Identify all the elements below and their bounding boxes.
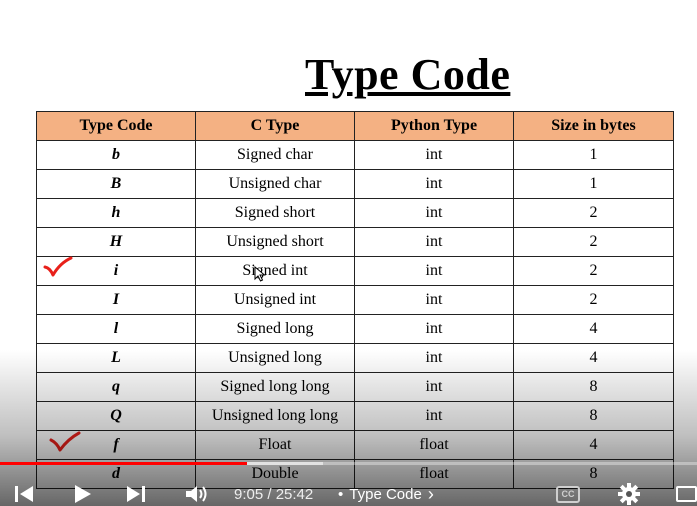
settings-icon <box>618 483 640 505</box>
python-type-cell: int <box>354 169 514 199</box>
c-type-cell: Signed long long <box>195 372 355 402</box>
table-row: b Signed char int 1 <box>36 140 674 170</box>
size-cell: 4 <box>513 343 674 373</box>
size-cell: 2 <box>513 285 674 315</box>
size-cell: 4 <box>513 314 674 344</box>
header-type-code: Type Code <box>36 111 196 141</box>
size-cell: 2 <box>513 256 674 286</box>
python-type-cell: int <box>354 401 514 431</box>
c-type-cell: Signed int <box>195 256 355 286</box>
volume-icon <box>186 486 207 502</box>
player-controls: 9:05 / 25:42 • Type Code › CC <box>0 480 697 506</box>
size-cell: 8 <box>513 372 674 402</box>
type-code-cell: H <box>36 227 196 257</box>
settings-button[interactable] <box>617 482 641 506</box>
python-type-cell: int <box>354 372 514 402</box>
type-code-table: Type Code C Type Python Type Size in byt… <box>36 111 674 489</box>
check-mark-icon <box>49 431 81 452</box>
c-type-cell: Signed short <box>195 198 355 228</box>
table-row: I Unsigned int int 2 <box>36 285 674 315</box>
table-row: i Signed int int 2 <box>36 256 674 286</box>
size-cell: 1 <box>513 169 674 199</box>
header-python-type: Python Type <box>354 111 514 141</box>
python-type-cell: float <box>354 430 514 460</box>
c-type-cell: Signed long <box>195 314 355 344</box>
cursor-icon <box>254 266 266 282</box>
c-type-cell: Unsigned short <box>195 227 355 257</box>
python-type-cell: int <box>354 198 514 228</box>
captions-icon: CC <box>556 485 580 503</box>
c-type-cell: Unsigned long long <box>195 401 355 431</box>
size-cell: 8 <box>513 401 674 431</box>
python-type-cell: int <box>354 285 514 315</box>
type-code-cell: B <box>36 169 196 199</box>
size-cell: 4 <box>513 430 674 460</box>
chapter-separator: • <box>338 485 344 503</box>
type-code-cell: q <box>36 372 196 402</box>
c-type-cell: Float <box>195 430 355 460</box>
size-cell: 1 <box>513 140 674 170</box>
python-type-cell: int <box>354 256 514 286</box>
size-cell: 2 <box>513 227 674 257</box>
type-code-cell: b <box>36 140 196 170</box>
type-code-cell: l <box>36 314 196 344</box>
c-type-cell: Unsigned char <box>195 169 355 199</box>
captions-button[interactable]: CC <box>556 482 580 506</box>
progress-played <box>0 462 247 465</box>
type-code-cell: L <box>36 343 196 373</box>
size-cell: 2 <box>513 198 674 228</box>
chevron-right-icon: › <box>427 483 434 504</box>
table-row: Q Unsigned long long int 8 <box>36 401 674 431</box>
table-row: B Unsigned char int 1 <box>36 169 674 199</box>
table-row: l Signed long int 4 <box>36 314 674 344</box>
previous-icon <box>15 486 33 502</box>
progress-bar[interactable] <box>0 462 697 465</box>
play-icon <box>75 485 91 503</box>
play-button[interactable] <box>70 482 94 506</box>
python-type-cell: int <box>354 227 514 257</box>
chapter-button[interactable]: • Type Code › <box>338 482 434 506</box>
c-type-cell: Unsigned long <box>195 343 355 373</box>
miniplayer-button[interactable] <box>676 482 697 506</box>
next-icon <box>127 486 145 502</box>
table-row: f Float float 4 <box>36 430 674 460</box>
chapter-title: Type Code <box>349 485 422 503</box>
c-type-cell: Unsigned int <box>195 285 355 315</box>
c-type-cell: Signed char <box>195 140 355 170</box>
captions-label: CC <box>561 489 575 499</box>
table-row: H Unsigned short int 2 <box>36 227 674 257</box>
time-display: 9:05 / 25:42 <box>234 485 314 503</box>
python-type-cell: int <box>354 343 514 373</box>
next-button[interactable] <box>124 482 148 506</box>
check-mark-icon <box>43 256 73 277</box>
volume-button[interactable] <box>184 482 210 506</box>
miniplayer-icon <box>676 486 697 502</box>
slide-title: Type Code <box>305 50 511 99</box>
header-c-type: C Type <box>195 111 355 141</box>
python-type-cell: int <box>354 314 514 344</box>
previous-button[interactable] <box>12 482 36 506</box>
slide: Type Code Type Code C Type Python Type S… <box>0 0 697 506</box>
python-type-cell: int <box>354 140 514 170</box>
table-row: q Signed long long int 8 <box>36 372 674 402</box>
type-code-cell: h <box>36 198 196 228</box>
table-row: h Signed short int 2 <box>36 198 674 228</box>
type-code-cell: Q <box>36 401 196 431</box>
header-size-in-bytes: Size in bytes <box>513 111 674 141</box>
type-code-cell: I <box>36 285 196 315</box>
table-row: L Unsigned long int 4 <box>36 343 674 373</box>
table-header-row: Type Code C Type Python Type Size in byt… <box>36 111 674 141</box>
